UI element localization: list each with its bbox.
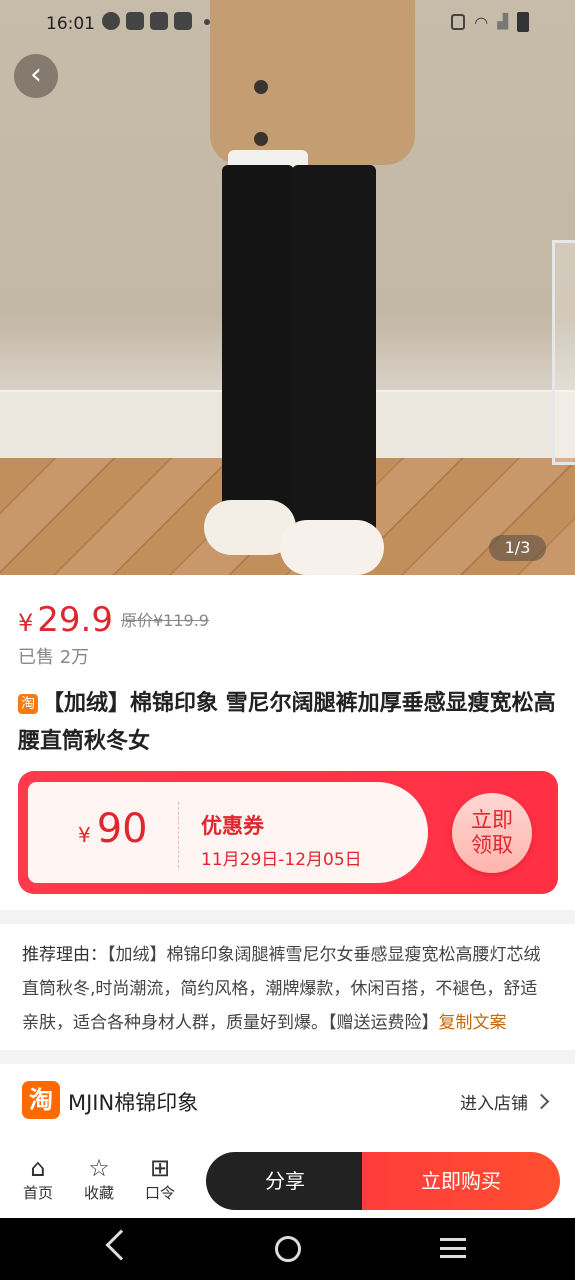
wifi-icon: ◠	[474, 12, 489, 32]
image-button	[254, 132, 268, 146]
status-time: 16:01	[46, 14, 95, 34]
recommendation-label: 推荐理由：	[22, 945, 107, 965]
image-slipper-right	[280, 520, 384, 575]
more-notifications-icon	[204, 19, 210, 25]
price-currency: ¥	[18, 609, 34, 637]
coupon-divider	[178, 802, 179, 868]
enter-store-label: 进入店铺	[460, 1094, 528, 1114]
shopping-bag-icon	[174, 12, 192, 30]
product-detail-page: 16:01 ◠ ▟ ‹ 1/3 ¥ 29.9 原价¥119.9 已售 2万 淘【…	[0, 0, 575, 1280]
image-pager: 1/3	[489, 535, 546, 561]
token-button[interactable]: ⊞ 口令	[136, 1154, 184, 1203]
image-button	[254, 80, 268, 94]
price: ¥ 29.9	[18, 600, 113, 640]
share-button[interactable]: 分享	[206, 1152, 364, 1210]
favorite-label: 收藏	[83, 1184, 114, 1202]
recommendation: 推荐理由：【加绒】棉锦印象阔腿裤雪尼尔女垂感显瘦宽松高腰灯芯绒直筒秋冬,时尚潮流…	[0, 924, 575, 1050]
coupon-date: 11月29日-12月05日	[201, 850, 362, 870]
coupon-amount: ¥ 90	[78, 806, 148, 852]
favorite-button[interactable]: ☆ 收藏	[75, 1154, 123, 1203]
back-button[interactable]: ‹	[14, 54, 58, 98]
claim-coupon-button[interactable]: 立即 领取	[452, 793, 532, 873]
star-icon: ☆	[88, 1154, 110, 1182]
product-title-text: 【加绒】棉锦印象 雪尼尔阔腿裤加厚垂感显瘦宽松高腰直筒秋冬女	[18, 691, 556, 754]
enter-store-link[interactable]: 进入店铺	[460, 1089, 550, 1114]
token-label: 口令	[144, 1184, 175, 1202]
notification-icons	[102, 12, 210, 30]
sold-count: 已售 2万	[18, 647, 90, 668]
image-rack	[552, 240, 575, 465]
token-icon: ⊞	[149, 1154, 171, 1182]
status-bar: 16:01 ◠ ▟	[0, 0, 575, 46]
signal-icon: ▟	[497, 14, 508, 30]
claim-label-line1: 立即	[471, 808, 513, 832]
coupon-card[interactable]: ¥ 90 优惠券 11月29日-12月05日 立即 领取	[18, 771, 558, 894]
chevron-left-icon: ‹	[30, 57, 42, 92]
image-pants-left	[222, 165, 294, 525]
store-logo: 淘	[22, 1081, 60, 1119]
product-title: 淘【加绒】棉锦印象 雪尼尔阔腿裤加厚垂感显瘦宽松高腰直筒秋冬女	[18, 685, 563, 761]
system-icons: ◠ ▟	[451, 12, 529, 32]
coupon-value: 90	[96, 806, 148, 852]
battery-icon	[517, 12, 529, 32]
coupon-body: ¥ 90 优惠券 11月29日-12月05日	[18, 782, 428, 883]
app-notification-icon	[102, 12, 120, 30]
buy-now-button[interactable]: 立即购买	[362, 1152, 560, 1210]
chevron-right-icon	[533, 1093, 550, 1110]
claim-label-line2: 领取	[471, 833, 513, 857]
vibrate-icon	[451, 14, 466, 30]
product-image-carousel[interactable]	[0, 0, 575, 575]
product-info: ¥ 29.9 原价¥119.9 已售 2万 淘【加绒】棉锦印象 雪尼尔阔腿裤加厚…	[0, 575, 575, 910]
nav-menu-icon[interactable]	[440, 1238, 466, 1258]
price-value: 29.9	[37, 600, 113, 640]
coupon-currency: ¥	[78, 823, 91, 847]
shopping-bag-icon	[126, 12, 144, 30]
home-button[interactable]: ⌂ 首页	[14, 1154, 62, 1203]
nav-back-icon[interactable]	[105, 1229, 137, 1261]
store-row[interactable]: 淘 MJIN棉锦印象 进入店铺	[0, 1064, 575, 1136]
shopping-bag-icon	[150, 12, 168, 30]
store-name: MJIN棉锦印象	[68, 1091, 199, 1115]
system-nav-bar	[0, 1218, 575, 1280]
copy-text-link[interactable]: 复制文案	[439, 1013, 507, 1033]
nav-home-icon[interactable]	[275, 1236, 301, 1262]
coupon-title: 优惠券	[201, 814, 264, 838]
original-price: 原价¥119.9	[121, 611, 209, 630]
bottom-action-bar: ⌂ 首页 ☆ 收藏 ⊞ 口令 分享 立即购买	[0, 1136, 575, 1218]
taobao-badge-icon: 淘	[18, 694, 38, 714]
home-label: 首页	[22, 1184, 53, 1202]
home-icon: ⌂	[30, 1154, 46, 1182]
image-pants-right	[292, 165, 376, 545]
